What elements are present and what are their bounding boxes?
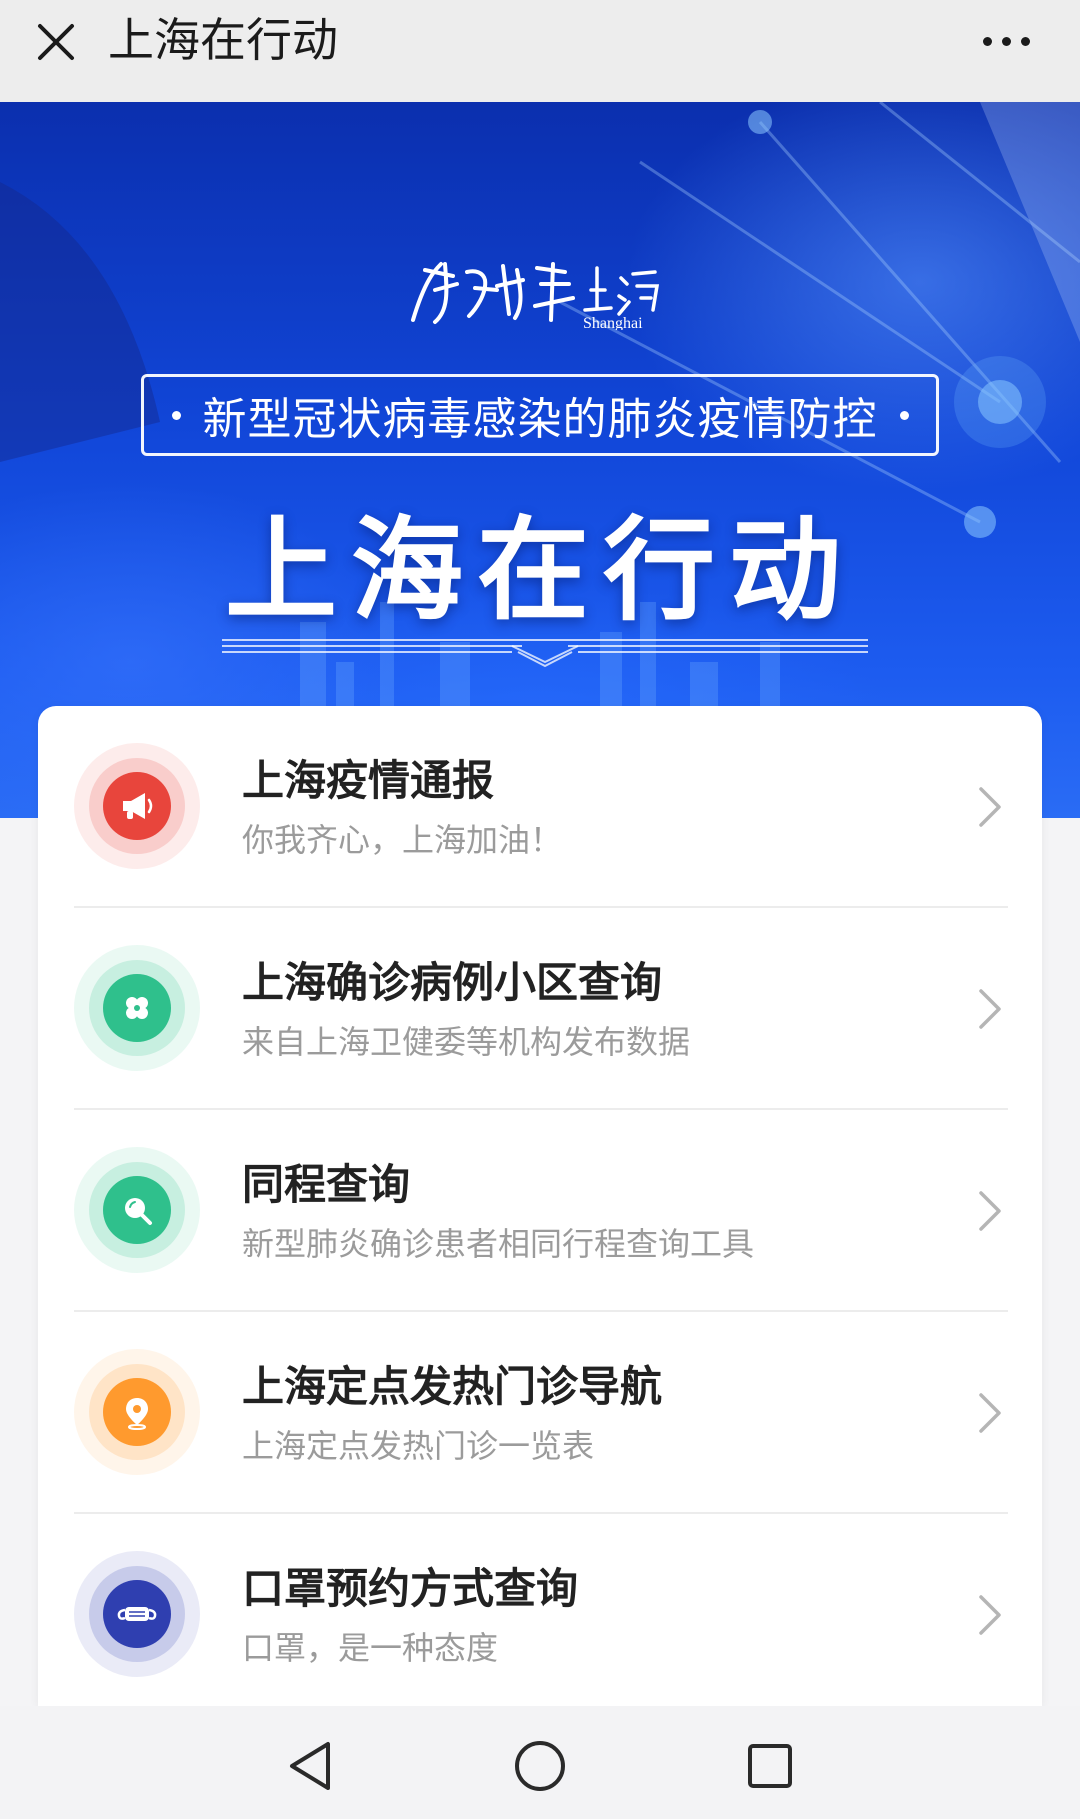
icon-core [103, 1378, 171, 1446]
icon-badge [74, 743, 200, 869]
icon-ring [89, 1566, 185, 1662]
close-button[interactable] [28, 14, 84, 70]
banner-subtitle: 新型冠状病毒感染的肺炎疫情防控 [141, 374, 939, 456]
service-subtitle: 口罩，是一种态度 [242, 1629, 499, 1667]
chevron-right-icon [979, 787, 1001, 827]
bullet-dot [171, 410, 181, 420]
icon-badge [74, 1551, 200, 1677]
icon-ring [89, 1162, 185, 1258]
bullet-dot [899, 410, 909, 420]
service-title: 同程查询 [242, 1160, 411, 1209]
recent-apps-button[interactable] [738, 1734, 802, 1798]
brand-latin-text: Shanghai [583, 315, 643, 330]
service-item-fever-clinic-nav[interactable]: 上海定点发热门诊导航 上海定点发热门诊一览表 [38, 1312, 1042, 1514]
chevron-right-icon [979, 989, 1001, 1029]
icon-core [103, 974, 171, 1042]
home-circle-icon [515, 1741, 565, 1791]
megaphone-icon [123, 793, 153, 819]
icon-core [103, 1580, 171, 1648]
service-item-same-trip-lookup[interactable]: 同程查询 新型肺炎确诊患者相同行程查询工具 [38, 1110, 1042, 1312]
back-triangle-icon [290, 1742, 330, 1790]
service-title: 口罩预约方式查询 [242, 1564, 579, 1613]
icon-badge [74, 945, 200, 1071]
more-dot [1020, 36, 1030, 46]
location-pin-icon [126, 1398, 148, 1430]
mask-icon [117, 1607, 157, 1621]
title-underline-decoration [222, 639, 868, 668]
media-brand-logo: Shanghai [405, 250, 675, 332]
search-icon [125, 1198, 152, 1225]
service-subtitle: 新型肺炎确诊患者相同行程查询工具 [242, 1225, 755, 1263]
title-bar: 上海在行动 [0, 0, 1080, 102]
more-dot [1001, 36, 1011, 46]
banner-subtitle-text: 新型冠状病毒感染的肺炎疫情防控 [202, 394, 878, 445]
chevron-right-icon [979, 1191, 1001, 1231]
service-subtitle: 你我齐心，上海加油！ [242, 821, 563, 859]
more-dots-icon [982, 36, 992, 46]
home-button[interactable] [508, 1734, 572, 1798]
service-subtitle: 来自上海卫健委等机构发布数据 [242, 1023, 691, 1061]
service-subtitle: 上海定点发热门诊一览表 [242, 1427, 595, 1465]
service-title: 上海疫情通报 [242, 756, 495, 805]
system-navigation-bar [0, 1706, 1080, 1819]
recent-square-icon [748, 1744, 792, 1788]
icon-ring [89, 758, 185, 854]
more-options-button[interactable] [968, 16, 1044, 66]
service-item-mask-reservation[interactable]: 口罩预约方式查询 口罩，是一种态度 [38, 1514, 1042, 1706]
close-icon [38, 24, 74, 60]
clover-icon [126, 997, 148, 1019]
icon-core [103, 772, 171, 840]
icon-core [103, 1176, 171, 1244]
icon-badge [74, 1349, 200, 1475]
chevron-right-icon [979, 1393, 1001, 1433]
service-title: 上海确诊病例小区查询 [242, 958, 663, 1007]
icon-ring [89, 960, 185, 1056]
services-card: 上海疫情通报 你我齐心，上海加油！ 上海确诊病例小区查询 来自上海卫健委等机构发… [38, 706, 1042, 1706]
service-title: 上海定点发热门诊导航 [242, 1362, 663, 1411]
service-item-epidemic-report[interactable]: 上海疫情通报 你我齐心，上海加油！ [38, 706, 1042, 908]
back-button[interactable] [278, 1734, 342, 1798]
chevron-right-icon [979, 1595, 1001, 1635]
icon-badge [74, 1147, 200, 1273]
banner-title: 上海在行动 [225, 506, 855, 636]
icon-ring [89, 1364, 185, 1460]
page-title: 上海在行动 [108, 13, 338, 67]
service-item-case-community-lookup[interactable]: 上海确诊病例小区查询 来自上海卫健委等机构发布数据 [38, 908, 1042, 1110]
